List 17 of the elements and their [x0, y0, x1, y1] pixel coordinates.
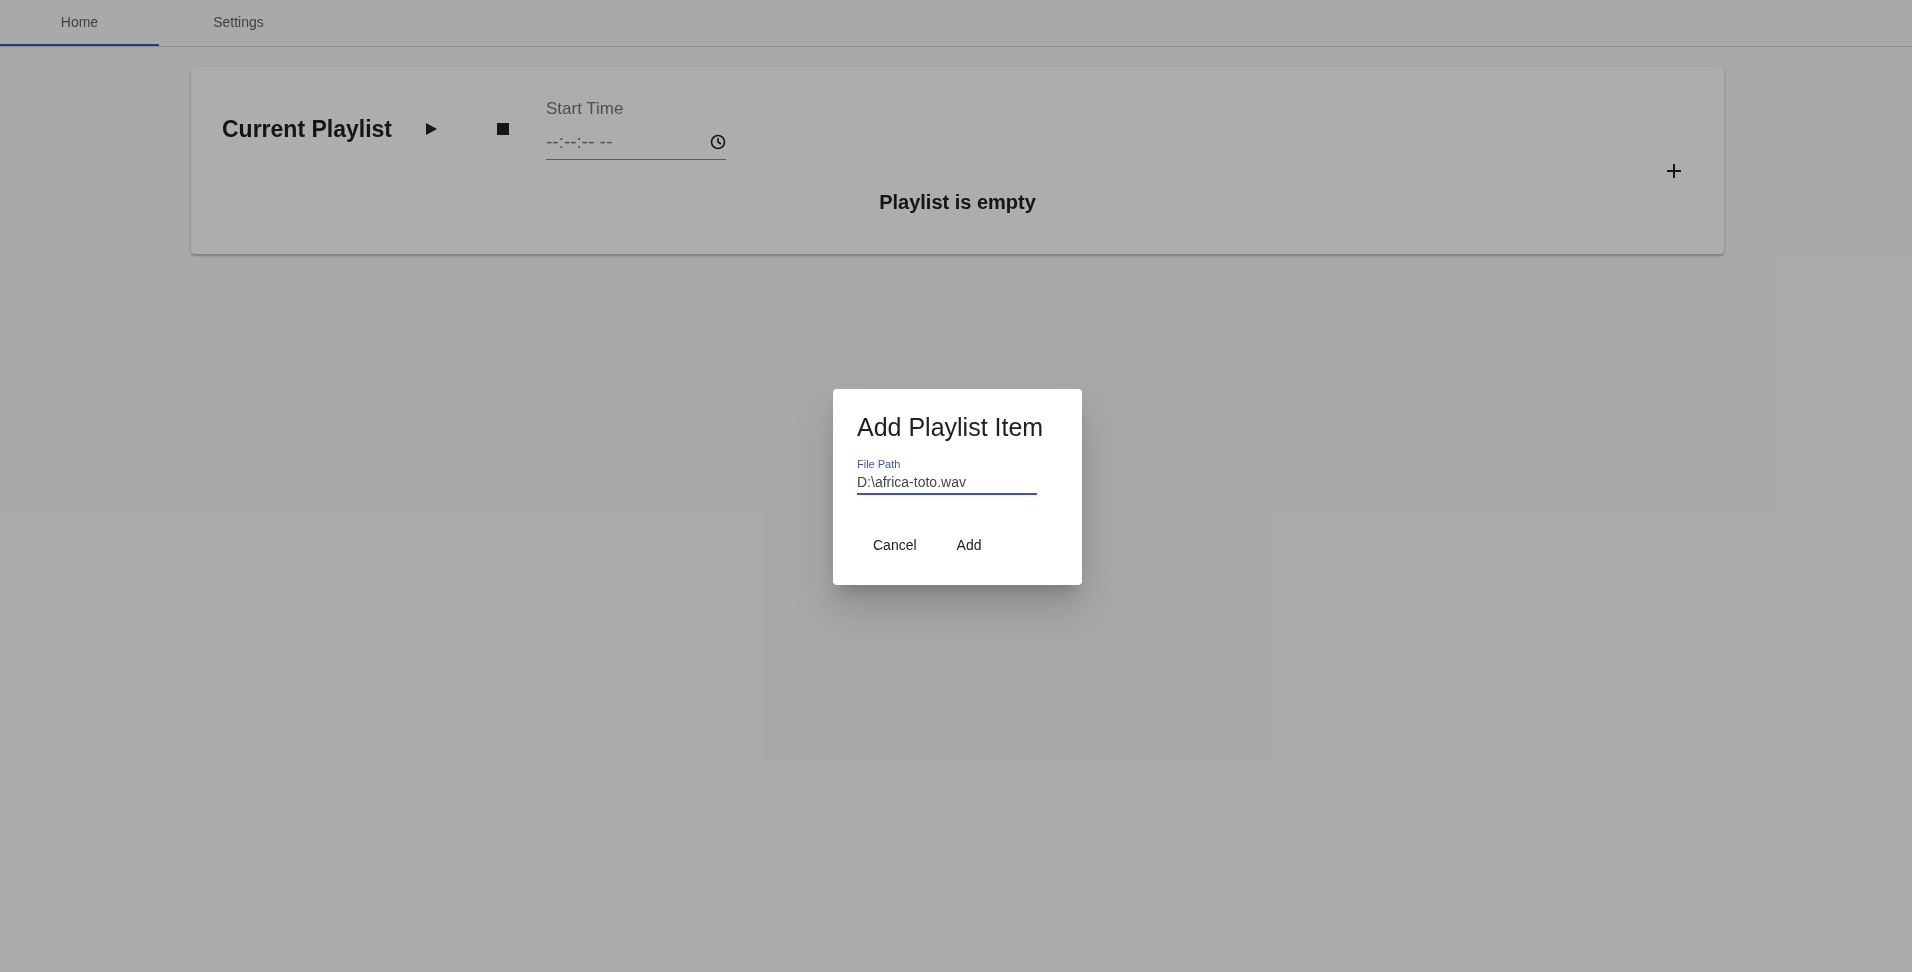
stop-icon [496, 122, 510, 136]
field-label: File Path [857, 458, 902, 470]
tab[interactable]: Settings [159, 0, 318, 46]
start-time-field[interactable]: Start Time --:--:-- -- [546, 98, 726, 160]
file-path-value: D:\africa-toto.wav [857, 474, 967, 490]
clock-icon[interactable] [710, 133, 726, 150]
playlist-title: Current Playlist [222, 115, 392, 143]
time-value: --:--:-- -- [546, 130, 613, 153]
file-path-field[interactable]: File Path D:\africa-toto.wav [857, 458, 1037, 495]
empty-message: Playlist is empty [879, 191, 1036, 213]
plus-icon [1666, 163, 1682, 179]
play-icon [424, 122, 438, 136]
dialog-title: Add Playlist Item [857, 413, 1045, 442]
dialog-button[interactable]: Cancel [857, 529, 933, 561]
tab[interactable]: Home [0, 0, 159, 46]
field-label: Start Time [546, 98, 625, 119]
dialog-button[interactable]: Add [940, 529, 998, 561]
